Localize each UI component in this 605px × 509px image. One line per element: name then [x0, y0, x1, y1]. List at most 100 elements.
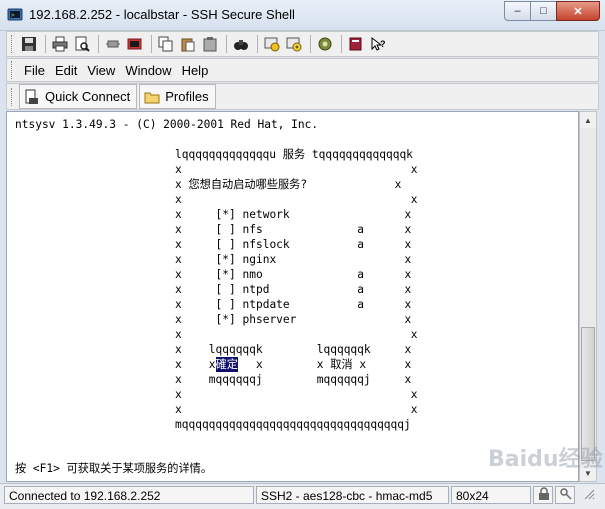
- service-checkbox[interactable]: [ ]: [216, 237, 236, 252]
- profile-settings-icon[interactable]: [284, 34, 304, 54]
- ssh-app-icon: >_: [7, 8, 23, 21]
- settings-icon[interactable]: [262, 34, 282, 54]
- dialog-side-border: x: [175, 283, 182, 296]
- save-icon[interactable]: [19, 34, 39, 54]
- new-terminal-icon[interactable]: [125, 34, 145, 54]
- menubar-grip[interactable]: [11, 61, 15, 79]
- service-name: nginx: [242, 253, 277, 266]
- dialog-blank-line: x x: [175, 328, 418, 341]
- toolbar-grip[interactable]: [11, 35, 15, 53]
- toolbar: ?: [6, 31, 599, 57]
- service-flag: a: [357, 223, 364, 236]
- profiles-button[interactable]: Profiles: [139, 84, 216, 109]
- watermark: Baidu经验: [488, 447, 603, 472]
- sftp-icon[interactable]: [315, 34, 335, 54]
- dialog-bottom-border: mqqqqqqqqqqqqqqqqqqqqqqqqqqqqqqqqqj: [175, 418, 411, 431]
- quick-connect-icon: [25, 89, 38, 104]
- dialog-side-border: x: [404, 253, 412, 266]
- dialog-side-border: x: [175, 253, 182, 266]
- context-help-icon[interactable]: ?: [368, 34, 388, 54]
- ok-button-side: x: [256, 358, 263, 371]
- service-checkbox[interactable]: [ ]: [216, 297, 236, 312]
- service-name: network: [242, 208, 290, 221]
- dialog-top-border: lqqqqqqqqqqqqqu 服务 tqqqqqqqqqqqqqk: [175, 148, 413, 161]
- paste-special-icon[interactable]: [200, 34, 220, 54]
- dialog-side-border: x: [175, 343, 182, 356]
- ok-button-top: lqqqqqqk: [208, 343, 263, 356]
- quick-connect-label: Quick Connect: [45, 89, 131, 104]
- menu-window[interactable]: Window: [120, 63, 176, 78]
- terminal-size: 80x24: [451, 486, 531, 504]
- lock-icon: [533, 486, 553, 504]
- connection-status: Connected to 192.168.2.252: [4, 486, 254, 504]
- print-icon[interactable]: [50, 34, 70, 54]
- dialog-question: x 您想自动启动哪些服务? x: [175, 178, 402, 191]
- dialog-side-border: x: [175, 358, 182, 371]
- dialog-side-border: x: [175, 208, 182, 221]
- quick-connect-button[interactable]: Quick Connect: [19, 84, 138, 109]
- find-icon[interactable]: [231, 34, 251, 54]
- vertical-scrollbar[interactable]: ▲ ▼: [579, 111, 597, 482]
- menu-view[interactable]: View: [82, 63, 120, 78]
- dialog-side-border: x: [404, 268, 412, 281]
- menu-file[interactable]: File: [19, 63, 50, 78]
- terminal-area[interactable]: ntsysv 1.3.49.3 - (C) 2000-2001 Red Hat,…: [6, 111, 579, 482]
- dialog-blank-line: x x: [175, 403, 418, 416]
- service-checkbox[interactable]: [ ]: [216, 282, 236, 297]
- service-checkbox[interactable]: [*]: [216, 252, 236, 267]
- service-checkbox[interactable]: [*]: [216, 267, 236, 282]
- title-bar: >_ 192.168.2.252 - localbstar - SSH Secu…: [0, 0, 605, 31]
- dialog-side-border: x: [404, 373, 412, 386]
- cancel-button-bottom: mqqqqqqj: [316, 373, 371, 386]
- dialog-side-border: x: [175, 268, 182, 281]
- menu-edit[interactable]: Edit: [50, 63, 82, 78]
- key-icon: [555, 486, 575, 504]
- disconnect-icon[interactable]: [103, 34, 123, 54]
- service-flag: a: [357, 238, 364, 251]
- paste-icon[interactable]: [178, 34, 198, 54]
- dialog-side-border: x: [175, 298, 182, 311]
- resize-grip-icon[interactable]: [577, 486, 601, 504]
- ok-button-side: x: [208, 358, 216, 371]
- print-preview-icon[interactable]: [72, 34, 92, 54]
- folder-icon: [144, 92, 160, 103]
- svg-text:?: ?: [380, 39, 386, 49]
- quickbar-grip[interactable]: [11, 87, 15, 106]
- cancel-button[interactable]: x 取消 x: [317, 357, 366, 372]
- maximize-button[interactable]: □: [530, 1, 557, 21]
- dialog-side-border: x: [404, 238, 412, 251]
- dialog-blank-line: x x: [175, 193, 418, 206]
- service-checkbox[interactable]: [ ]: [216, 222, 236, 237]
- dialog-side-border: x: [175, 238, 182, 251]
- ok-button-bottom: mqqqqqqj: [208, 373, 263, 386]
- help-book-icon[interactable]: [346, 34, 366, 54]
- service-checkbox[interactable]: [*]: [216, 312, 236, 327]
- service-name: nfslock: [242, 238, 290, 251]
- help-hint: 按 <F1> 可获取关于某项服务的详情。: [15, 462, 213, 475]
- dialog-side-border: x: [404, 358, 412, 371]
- close-button[interactable]: ✕: [556, 1, 600, 21]
- service-flag: a: [357, 268, 364, 281]
- service-checkbox[interactable]: [*]: [216, 207, 236, 222]
- dialog-side-border: x: [404, 208, 412, 221]
- ok-button[interactable]: 確定: [215, 357, 238, 372]
- copy-icon[interactable]: [156, 34, 176, 54]
- dialog-side-border: x: [404, 343, 412, 356]
- minimize-button[interactable]: –: [504, 1, 531, 21]
- ntsysv-header: ntsysv 1.3.49.3 - (C) 2000-2001 Red Hat,…: [15, 118, 319, 131]
- service-flag: a: [357, 283, 364, 296]
- dialog-side-border: x: [404, 313, 412, 326]
- menu-bar: File Edit View Window Help: [6, 58, 599, 82]
- status-bar: Connected to 192.168.2.252 SSH2 - aes128…: [0, 483, 605, 509]
- service-name: nfs: [242, 223, 263, 236]
- service-flag: a: [357, 298, 364, 311]
- scroll-up-arrow-icon[interactable]: ▲: [580, 112, 596, 128]
- service-flag: [357, 312, 364, 327]
- dialog-side-border: x: [404, 298, 412, 311]
- profiles-label: Profiles: [165, 89, 209, 104]
- service-name: phserver: [242, 313, 297, 326]
- menu-help[interactable]: Help: [177, 63, 214, 78]
- dialog-side-border: x: [404, 223, 412, 236]
- cipher-status: SSH2 - aes128-cbc - hmac-md5: [256, 486, 449, 504]
- dialog-blank-line: x x: [175, 163, 418, 176]
